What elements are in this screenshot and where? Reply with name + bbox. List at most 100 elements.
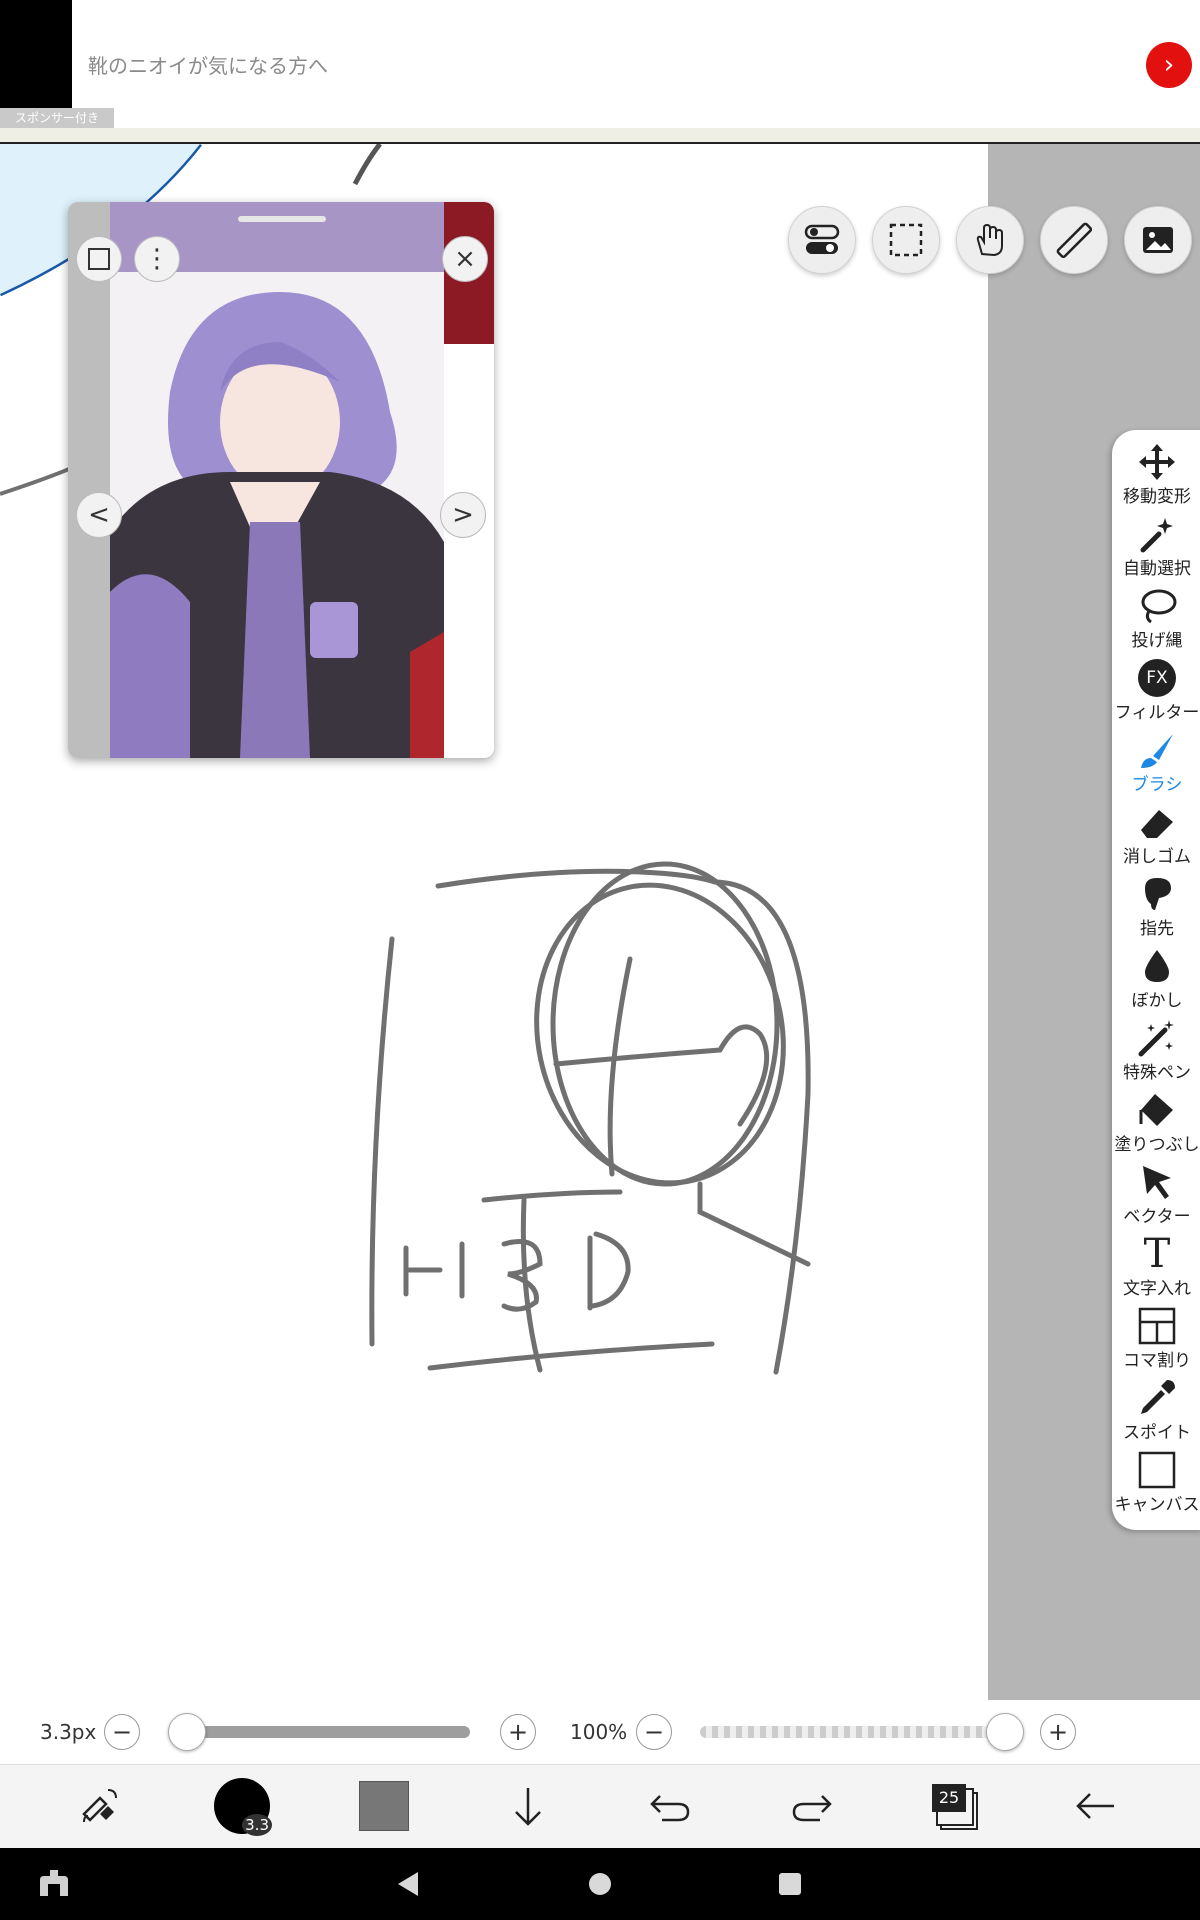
brush-opacity-slider[interactable] bbox=[700, 1726, 1004, 1738]
tool-label: 自動選択 bbox=[1123, 559, 1191, 579]
ruler-icon bbox=[1056, 222, 1092, 258]
tool-label: ブラシ bbox=[1131, 775, 1183, 795]
tool-panel: 移動変形 自動選択 投げ縄 FX フィルター ブラシ 消しゴム 指先 ぼかし 特… bbox=[1112, 430, 1200, 1530]
tool-label: スポイト bbox=[1123, 1423, 1191, 1443]
brush-opacity-decrease-button[interactable]: − bbox=[636, 1714, 672, 1750]
nav-home-button[interactable] bbox=[582, 1866, 618, 1906]
image-button[interactable] bbox=[1124, 206, 1192, 274]
toggle-button[interactable] bbox=[788, 206, 856, 274]
ad-text[interactable]: 靴のニオイが気になる方へ bbox=[88, 50, 328, 79]
finger-icon bbox=[1145, 878, 1171, 910]
undo-button[interactable] bbox=[628, 1764, 712, 1848]
brush-size-value: 3.3px bbox=[40, 1720, 97, 1744]
divider bbox=[0, 128, 1200, 144]
brush-size-slider[interactable] bbox=[186, 1726, 470, 1738]
brush-opacity-slider-thumb[interactable] bbox=[986, 1713, 1024, 1751]
tool-move[interactable]: 移動変形 bbox=[1112, 442, 1200, 514]
tool-filter[interactable]: FX フィルター bbox=[1112, 658, 1200, 730]
tool-eraser[interactable]: 消しゴム bbox=[1112, 802, 1200, 874]
background-art-line bbox=[352, 144, 382, 186]
reference-strip bbox=[68, 202, 110, 758]
reference-prev-button[interactable]: < bbox=[76, 492, 122, 538]
reference-image bbox=[110, 272, 444, 758]
download-button[interactable] bbox=[486, 1764, 570, 1848]
tool-fill[interactable]: 塗りつぶし bbox=[1112, 1090, 1200, 1162]
reference-panel[interactable]: ⋮ × < > bbox=[68, 202, 494, 758]
color-button[interactable] bbox=[342, 1764, 426, 1848]
tool-label: 消しゴム bbox=[1123, 847, 1191, 867]
back-triangle-icon bbox=[398, 1872, 418, 1896]
tool-label: 文字入れ bbox=[1123, 1279, 1191, 1299]
tool-label: 移動変形 bbox=[1123, 487, 1191, 507]
tool-text[interactable]: T 文字入れ bbox=[1112, 1234, 1200, 1306]
tool-label: フィルター bbox=[1114, 703, 1200, 723]
tool-brush[interactable]: ブラシ bbox=[1112, 730, 1200, 802]
brush-opacity-value: 100% bbox=[570, 1720, 628, 1744]
text-icon: T bbox=[1143, 1231, 1171, 1277]
drag-handle[interactable] bbox=[238, 216, 326, 222]
reference-close-button[interactable]: × bbox=[442, 236, 488, 282]
swap-icon bbox=[82, 1789, 117, 1823]
tool-label: 指先 bbox=[1140, 919, 1174, 939]
tool-special-pen[interactable]: 特殊ペン bbox=[1112, 1018, 1200, 1090]
reference-fit-button[interactable] bbox=[76, 236, 122, 282]
tool-label: 特殊ペン bbox=[1123, 1063, 1191, 1083]
hand-icon bbox=[976, 223, 1003, 257]
down-arrow-icon bbox=[515, 1788, 541, 1826]
image-icon bbox=[1143, 227, 1173, 253]
tool-vector[interactable]: ベクター bbox=[1112, 1162, 1200, 1234]
keyboard-icon bbox=[40, 1870, 68, 1896]
tool-label: ぼかし bbox=[1131, 991, 1183, 1011]
layers-button[interactable]: 25 bbox=[912, 1764, 996, 1848]
back-button[interactable] bbox=[1054, 1764, 1138, 1848]
undo-icon bbox=[650, 1795, 690, 1822]
tool-label: コマ割り bbox=[1123, 1351, 1191, 1371]
tool-label: 塗りつぶし bbox=[1114, 1135, 1200, 1155]
tool-label: 投げ縄 bbox=[1131, 631, 1183, 651]
redo-button[interactable] bbox=[770, 1764, 854, 1848]
tool-panel-split[interactable]: コマ割り bbox=[1112, 1306, 1200, 1378]
swap-button[interactable] bbox=[58, 1764, 142, 1848]
square-icon bbox=[88, 248, 110, 270]
tool-finger[interactable]: 指先 bbox=[1112, 874, 1200, 946]
brush-size-slider-thumb[interactable] bbox=[168, 1713, 206, 1751]
blur-icon bbox=[1145, 950, 1169, 982]
brush-size-icon: 3.3 bbox=[214, 1778, 272, 1836]
tool-label: ベクター bbox=[1123, 1207, 1191, 1227]
bottom-toolbar bbox=[0, 1764, 1200, 1849]
tool-auto-select[interactable]: 自動選択 bbox=[1112, 514, 1200, 586]
move-icon bbox=[1139, 444, 1175, 480]
keyboard-button[interactable] bbox=[36, 1866, 72, 1906]
selection-button[interactable] bbox=[872, 206, 940, 274]
tool-canvas[interactable]: キャンバス bbox=[1112, 1450, 1200, 1522]
nav-back-button[interactable] bbox=[390, 1866, 426, 1906]
hand-button[interactable] bbox=[956, 206, 1024, 274]
nav-recents-button[interactable] bbox=[772, 1866, 808, 1906]
home-circle-icon bbox=[589, 1873, 611, 1895]
recents-square-icon bbox=[779, 1873, 801, 1895]
reference-next-button[interactable]: > bbox=[440, 492, 486, 538]
ruler-button[interactable] bbox=[1040, 206, 1108, 274]
layers-icon: 25 bbox=[932, 1784, 978, 1830]
tool-blur[interactable]: ぼかし bbox=[1112, 946, 1200, 1018]
eraser-icon bbox=[1141, 810, 1173, 838]
tool-eyedropper[interactable]: スポイト bbox=[1112, 1378, 1200, 1450]
canvas-icon bbox=[1138, 1451, 1176, 1489]
tool-lasso[interactable]: 投げ縄 bbox=[1112, 586, 1200, 658]
brush-size-increase-button[interactable]: + bbox=[500, 1714, 536, 1750]
layer-count: 25 bbox=[932, 1784, 966, 1812]
panel-icon bbox=[1138, 1307, 1176, 1345]
brush-opacity-increase-button[interactable]: + bbox=[1040, 1714, 1076, 1750]
ad-sponsor-label: スポンサー付き bbox=[0, 108, 114, 128]
redo-icon bbox=[792, 1795, 832, 1822]
ad-go-button[interactable]: › bbox=[1146, 42, 1192, 88]
reference-menu-button[interactable]: ⋮ bbox=[134, 236, 180, 282]
selection-icon bbox=[889, 223, 923, 257]
brush-size-button[interactable]: 3.3 bbox=[200, 1764, 284, 1848]
magic-wand-icon bbox=[1140, 518, 1173, 553]
brush-size-decrease-button[interactable]: − bbox=[104, 1714, 140, 1750]
fill-icon bbox=[1139, 1094, 1173, 1126]
sketch-strokes bbox=[369, 861, 811, 1375]
tool-label: キャンバス bbox=[1114, 1495, 1200, 1515]
back-icon bbox=[1076, 1793, 1114, 1819]
